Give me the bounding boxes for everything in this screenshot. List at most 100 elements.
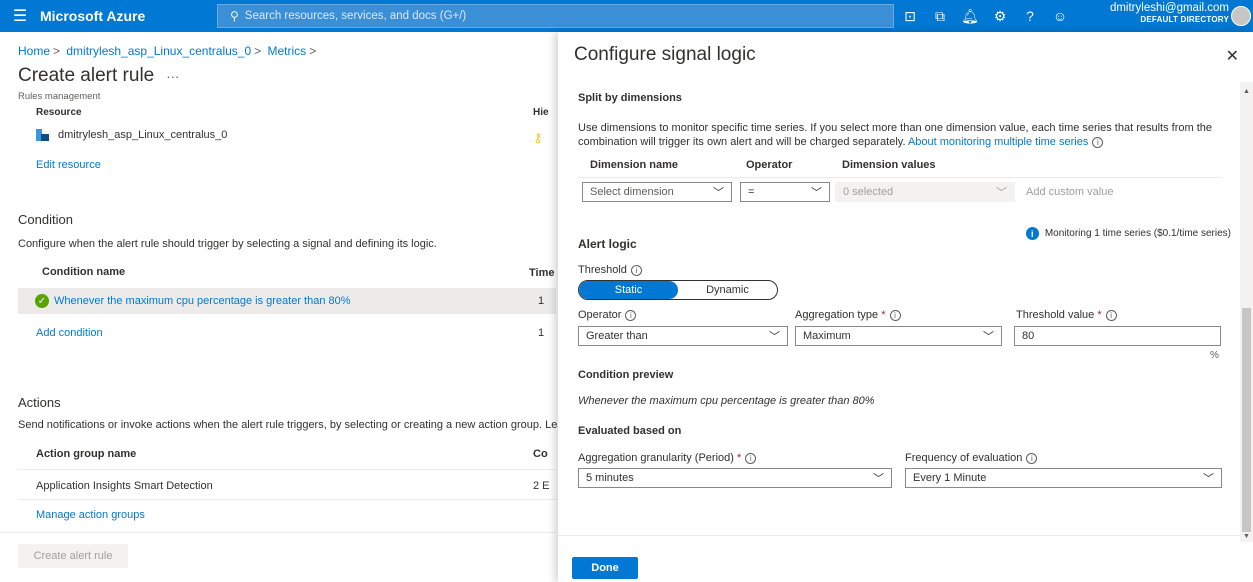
info-filled-icon: i	[1025, 227, 1039, 240]
panel-scrollbar[interactable]: ▲ ▼	[1240, 82, 1253, 542]
page-title-text: Create alert rule	[18, 65, 155, 86]
add-condition-value: 1	[538, 327, 545, 339]
info-icon[interactable]: i	[630, 265, 642, 276]
breadcrumb-resource[interactable]: dmitrylesh_asp_Linux_centralus_0	[66, 44, 251, 58]
threshold-value-label: Threshold value * i	[1016, 308, 1117, 322]
condition-preview-title: Condition preview	[578, 369, 674, 381]
info-icon[interactable]: i	[1092, 137, 1104, 148]
split-by-dimensions-title: Split by dimensions	[578, 92, 682, 104]
global-search-input[interactable]: ⚲ Search resources, services, and docs (…	[217, 4, 894, 28]
breadcrumb-metrics[interactable]: Metrics	[268, 44, 307, 58]
breadcrumb: Home > dmitrylesh_asp_Linux_centralus_0 > …	[18, 44, 319, 58]
dimension-name-header: Dimension name	[590, 159, 679, 171]
dimension-header-divider	[578, 177, 1222, 178]
operator-value: Greater than	[586, 330, 648, 342]
add-condition-link[interactable]: Add condition	[36, 327, 103, 339]
monitoring-info: i Monitoring 1 time series ($0.1/time se…	[1025, 227, 1231, 240]
feedback-smiley-icon[interactable]: ☺	[1045, 8, 1075, 24]
settings-gear-icon[interactable]: ⚙	[985, 8, 1015, 25]
split-description: Use dimensions to monitor specific time …	[578, 121, 1228, 149]
aggregation-granularity-dropdown[interactable]: 5 minutes ﹀	[578, 468, 892, 488]
scroll-down-icon[interactable]: ▼	[1243, 533, 1250, 540]
page-subtitle: Rules management	[18, 91, 101, 102]
resource-column-header: Resource	[36, 107, 82, 118]
configure-signal-logic-panel: Configure signal logic ✕ ▲ ▼ Split by di…	[558, 32, 1253, 582]
search-icon: ⚲	[230, 9, 239, 23]
info-icon[interactable]: i	[745, 453, 757, 464]
actions-row-divider	[18, 499, 556, 500]
threshold-value-input[interactable]: 80	[1014, 326, 1221, 346]
dimension-operator-value: =	[748, 186, 755, 198]
scroll-up-icon[interactable]: ▲	[1243, 88, 1250, 95]
action-group-row-name: Application Insights Smart Detection	[36, 480, 213, 492]
static-option[interactable]: Static	[579, 281, 678, 299]
threshold-value-label-text: Threshold value	[1016, 309, 1095, 321]
actions-section-title: Actions	[18, 395, 61, 410]
manage-action-groups-link[interactable]: Manage action groups	[36, 509, 145, 521]
breadcrumb-separator: >	[254, 44, 262, 58]
split-description-text: combination will trigger its own alert a…	[578, 136, 906, 148]
create-alert-page: Home > dmitrylesh_asp_Linux_centralus_0 > …	[0, 32, 563, 582]
condition-row[interactable]: ✓ Whenever the maximum cpu percentage is…	[18, 288, 556, 314]
aggregation-type-value: Maximum	[803, 330, 851, 342]
account-info[interactable]: dmitryleshi@gmail.com DEFAULT DIRECTORY	[1110, 2, 1229, 25]
dimension-values-dropdown[interactable]: 0 selected ﹀	[835, 182, 1015, 202]
footer-divider	[0, 532, 556, 533]
aggregation-type-label: Aggregation type * i	[795, 308, 901, 322]
condition-link[interactable]: Whenever the maximum cpu percentage is g…	[54, 295, 351, 307]
breadcrumb-separator: >	[309, 44, 317, 58]
chevron-down-icon: ﹀	[811, 187, 822, 199]
top-icon-group: ⊡ ⧉ 🔔︎ ⚙ ? ☺	[895, 0, 1075, 32]
done-button[interactable]: Done	[572, 557, 638, 579]
hamburger-menu-icon[interactable]: ☰	[0, 0, 40, 32]
frequency-value: Every 1 Minute	[913, 472, 987, 484]
condition-row-value: 1	[538, 295, 545, 307]
chevron-down-icon: ﹀	[983, 331, 994, 343]
chevron-down-icon: ﹀	[996, 187, 1007, 199]
frequency-of-evaluation-dropdown[interactable]: Every 1 Minute ﹀	[905, 468, 1222, 488]
resource-name: dmitrylesh_asp_Linux_centralus_0	[58, 129, 228, 141]
close-icon[interactable]: ✕	[1226, 46, 1239, 66]
cloud-shell-icon[interactable]: ⊡	[895, 8, 925, 25]
scroll-thumb[interactable]	[1242, 308, 1251, 532]
action-col2-header: Co	[533, 448, 548, 460]
action-group-row-value: 2 E	[533, 480, 550, 492]
operator-label: Operator i	[578, 308, 637, 322]
directory-filter-icon[interactable]: ⧉	[925, 8, 955, 25]
evaluated-based-on-title: Evaluated based on	[578, 425, 682, 437]
account-directory: DEFAULT DIRECTORY	[1140, 15, 1229, 24]
threshold-label: Threshold i	[578, 263, 642, 277]
dynamic-option[interactable]: Dynamic	[678, 281, 777, 299]
chevron-down-icon: ﹀	[713, 187, 724, 199]
create-alert-rule-button[interactable]: Create alert rule	[18, 544, 128, 568]
notifications-icon[interactable]: 🔔︎	[955, 8, 985, 25]
add-custom-value-input[interactable]: Add custom value	[1026, 186, 1113, 198]
info-icon[interactable]: i	[625, 310, 637, 321]
breadcrumb-home[interactable]: Home	[18, 44, 50, 58]
condition-description: Configure when the alert rule should tri…	[18, 238, 437, 250]
info-icon[interactable]: i	[1026, 453, 1038, 464]
aggregation-type-dropdown[interactable]: Maximum ﹀	[795, 326, 1002, 346]
select-dimension-dropdown[interactable]: Select dimension ﹀	[582, 182, 732, 202]
more-options-icon[interactable]: ···	[166, 69, 179, 84]
info-icon[interactable]: i	[889, 310, 901, 321]
edit-resource-link[interactable]: Edit resource	[36, 159, 101, 171]
dimension-values-value: 0 selected	[843, 186, 894, 198]
breadcrumb-separator: >	[53, 44, 61, 58]
dimension-operator-dropdown[interactable]: = ﹀	[740, 182, 830, 202]
granularity-value: 5 minutes	[586, 472, 634, 484]
brand-title[interactable]: Microsoft Azure	[40, 8, 216, 24]
granularity-label-text: Aggregation granularity (Period)	[578, 452, 734, 464]
threshold-toggle[interactable]: Static Dynamic	[578, 280, 778, 300]
chevron-down-icon: ﹀	[769, 331, 780, 343]
frequency-label-text: Frequency of evaluation	[905, 452, 1023, 464]
avatar[interactable]	[1231, 6, 1251, 26]
help-icon[interactable]: ?	[1015, 8, 1045, 24]
about-multiple-time-series-link[interactable]: About monitoring multiple time series	[908, 136, 1088, 148]
hierarchy-column-header: Hie	[533, 107, 549, 118]
threshold-unit: %	[1210, 350, 1219, 361]
top-bar: ☰ Microsoft Azure ⚲ Search resources, se…	[0, 0, 1253, 32]
required-mark: *	[1097, 309, 1102, 321]
info-icon[interactable]: i	[1105, 310, 1117, 321]
operator-dropdown[interactable]: Greater than ﹀	[578, 326, 788, 346]
